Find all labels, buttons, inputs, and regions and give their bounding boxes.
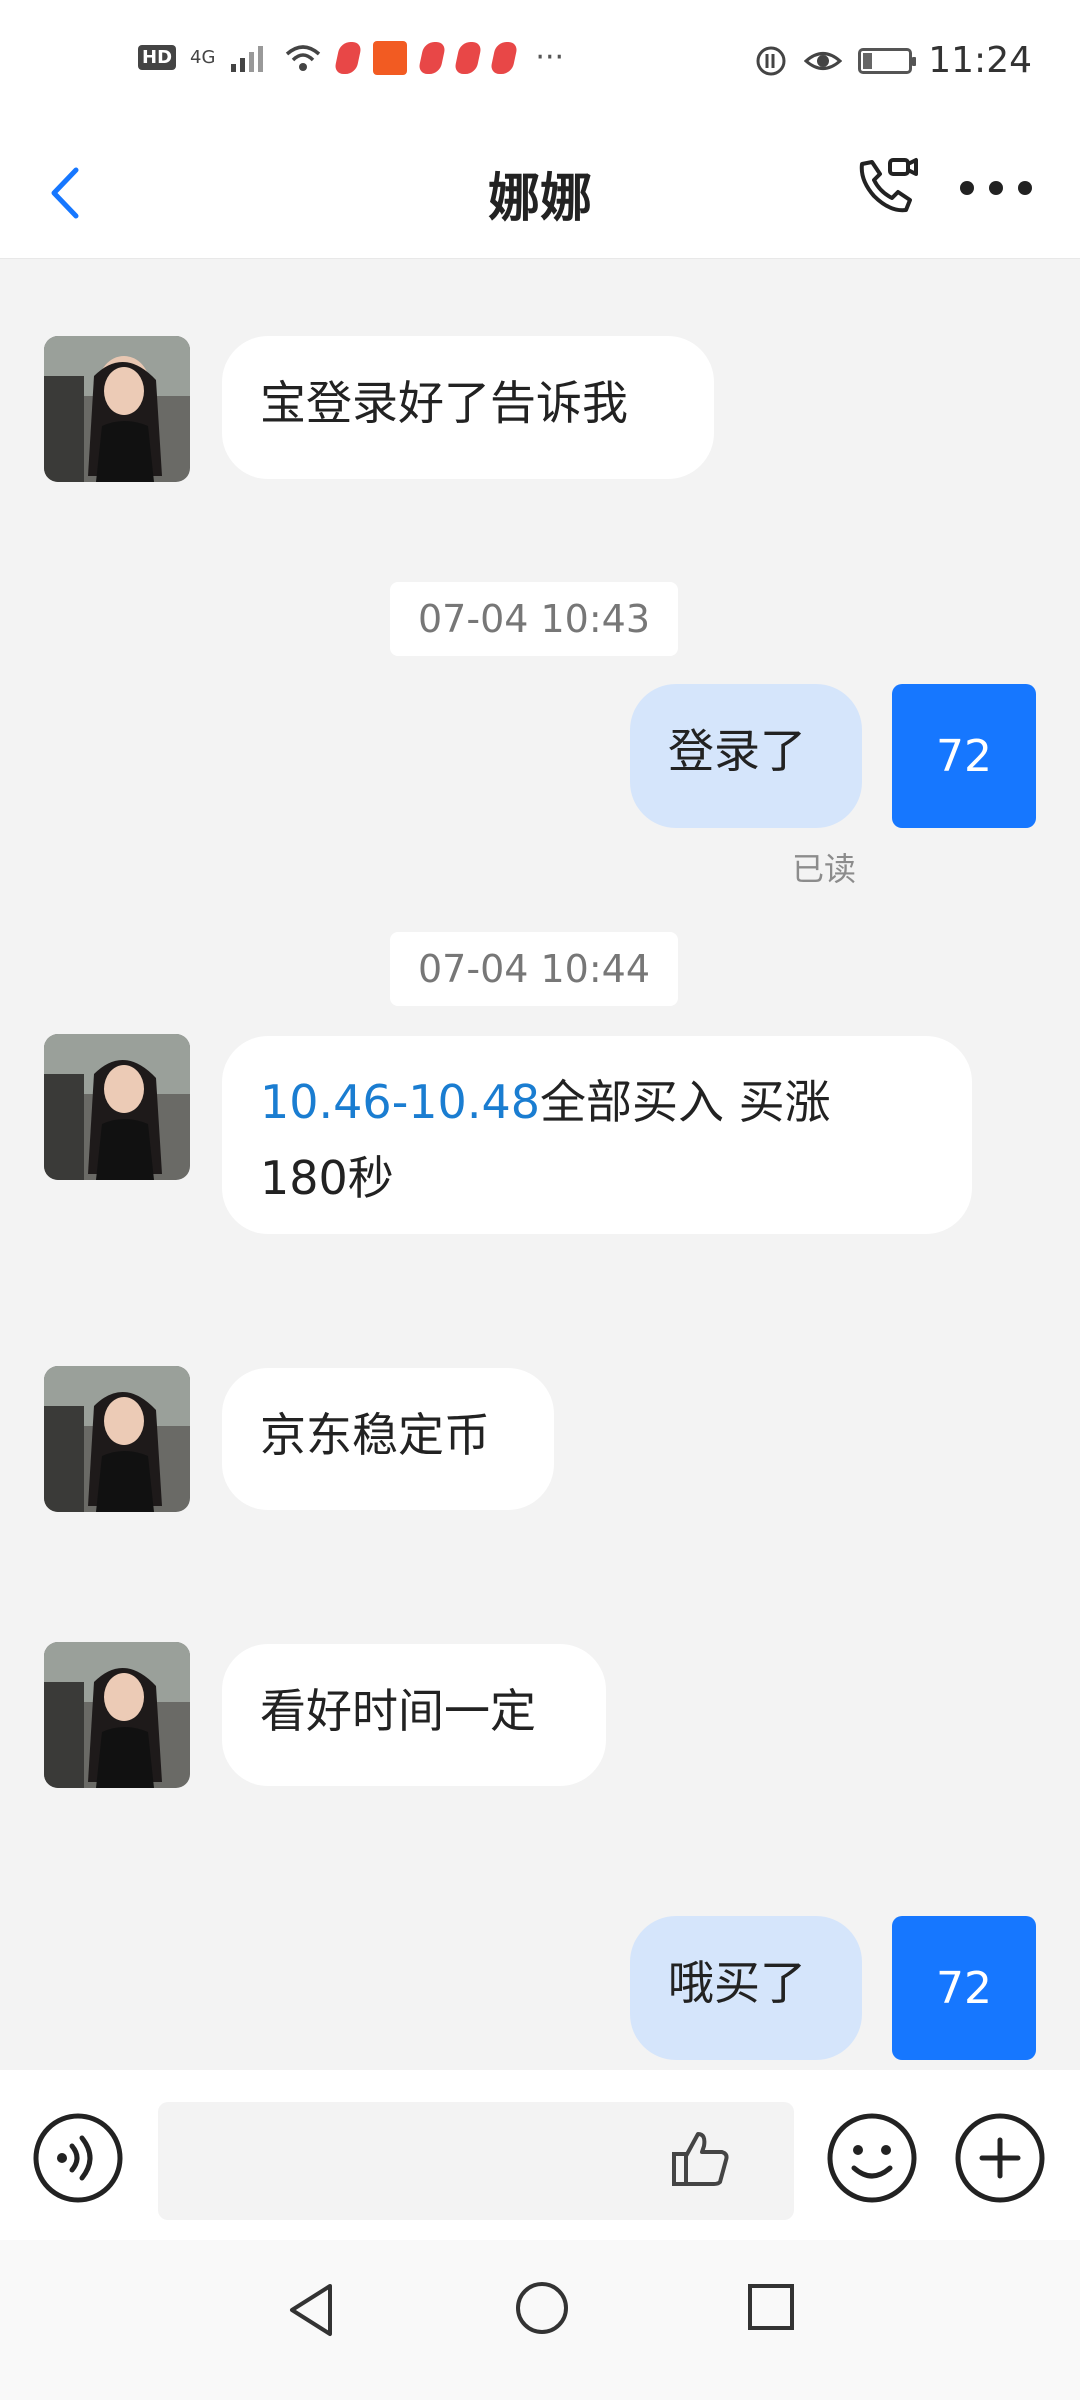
emoji-icon[interactable]: [826, 2112, 918, 2204]
app-notification-icon: [454, 41, 483, 74]
hd-icon: HD: [138, 45, 177, 70]
status-bar: HD 4G ··· 11:24: [0, 0, 1080, 128]
system-nav-bar: [0, 2240, 1080, 2400]
self-avatar-label: 72: [936, 1962, 992, 2014]
message-text: 全部买入 买涨: [539, 1075, 831, 1129]
message-bubble-sent[interactable]: 哦买了: [630, 1916, 862, 2060]
message-timestamp: 07-04 10:44: [390, 932, 679, 1006]
wifi-icon: [286, 44, 321, 71]
app-notification-icon: [334, 41, 363, 74]
contact-avatar[interactable]: [44, 1366, 190, 1512]
self-avatar-label: 72: [936, 730, 992, 782]
message-input-bar: [0, 2070, 1080, 2240]
message-text: 京东稳定币: [260, 1408, 490, 1462]
message-bubble-received[interactable]: 宝登录好了告诉我: [222, 336, 714, 479]
voice-input-icon[interactable]: [32, 2112, 124, 2204]
eye-comfort-icon: [804, 51, 843, 70]
message-text: 180秒: [260, 1151, 394, 1205]
clock: 11:24: [928, 40, 1032, 81]
message-bubble-sent[interactable]: 登录了: [630, 684, 862, 828]
self-avatar[interactable]: 72: [892, 684, 1036, 828]
app-notification-icon: [373, 40, 408, 75]
more-options-icon[interactable]: [960, 168, 1032, 208]
contact-avatar[interactable]: [44, 1034, 190, 1180]
phone-video-call-icon[interactable]: [852, 150, 922, 220]
self-avatar[interactable]: 72: [892, 1916, 1036, 2060]
data-saver-icon: [756, 46, 786, 75]
read-status: 已读: [792, 850, 857, 888]
message-bubble-received[interactable]: 京东稳定币: [222, 1368, 554, 1510]
message-text: 看好时间一定: [260, 1684, 536, 1738]
chat-header: 娜娜: [0, 128, 1080, 259]
status-right-icons: 11:24: [754, 40, 1032, 81]
message-timestamp: 07-04 10:43: [390, 582, 679, 656]
nav-recent-apps-icon[interactable]: [746, 2282, 796, 2332]
battery-icon: [858, 47, 917, 74]
message-text: 宝登录好了告诉我: [260, 376, 628, 430]
app-notification-icon: [418, 41, 447, 74]
signal-icon: [231, 45, 264, 72]
more-notifications-icon: ···: [535, 40, 565, 75]
contact-avatar[interactable]: [44, 1642, 190, 1788]
message-highlight-number[interactable]: 10.46-10.48: [260, 1075, 540, 1129]
timestamp-text: 07-04 10:43: [418, 597, 651, 641]
thumbs-up-icon[interactable]: [668, 2126, 732, 2190]
network-type-label: 4G: [190, 46, 216, 68]
battery-level-fill: [863, 52, 873, 69]
message-text: 登录了: [668, 724, 806, 778]
message-bubble-received[interactable]: 10.46-10.48全部买入 买涨 180秒: [222, 1036, 972, 1234]
timestamp-text: 07-04 10:44: [418, 947, 651, 991]
app-notification-icon: [490, 41, 519, 74]
plus-icon[interactable]: [954, 2112, 1046, 2204]
message-bubble-received[interactable]: 看好时间一定: [222, 1644, 606, 1786]
nav-back-icon[interactable]: [286, 2280, 336, 2340]
status-left-icons: HD 4G ···: [138, 40, 564, 75]
message-text: 哦买了: [668, 1956, 806, 2010]
contact-avatar[interactable]: [44, 336, 190, 482]
nav-home-icon[interactable]: [514, 2280, 570, 2336]
